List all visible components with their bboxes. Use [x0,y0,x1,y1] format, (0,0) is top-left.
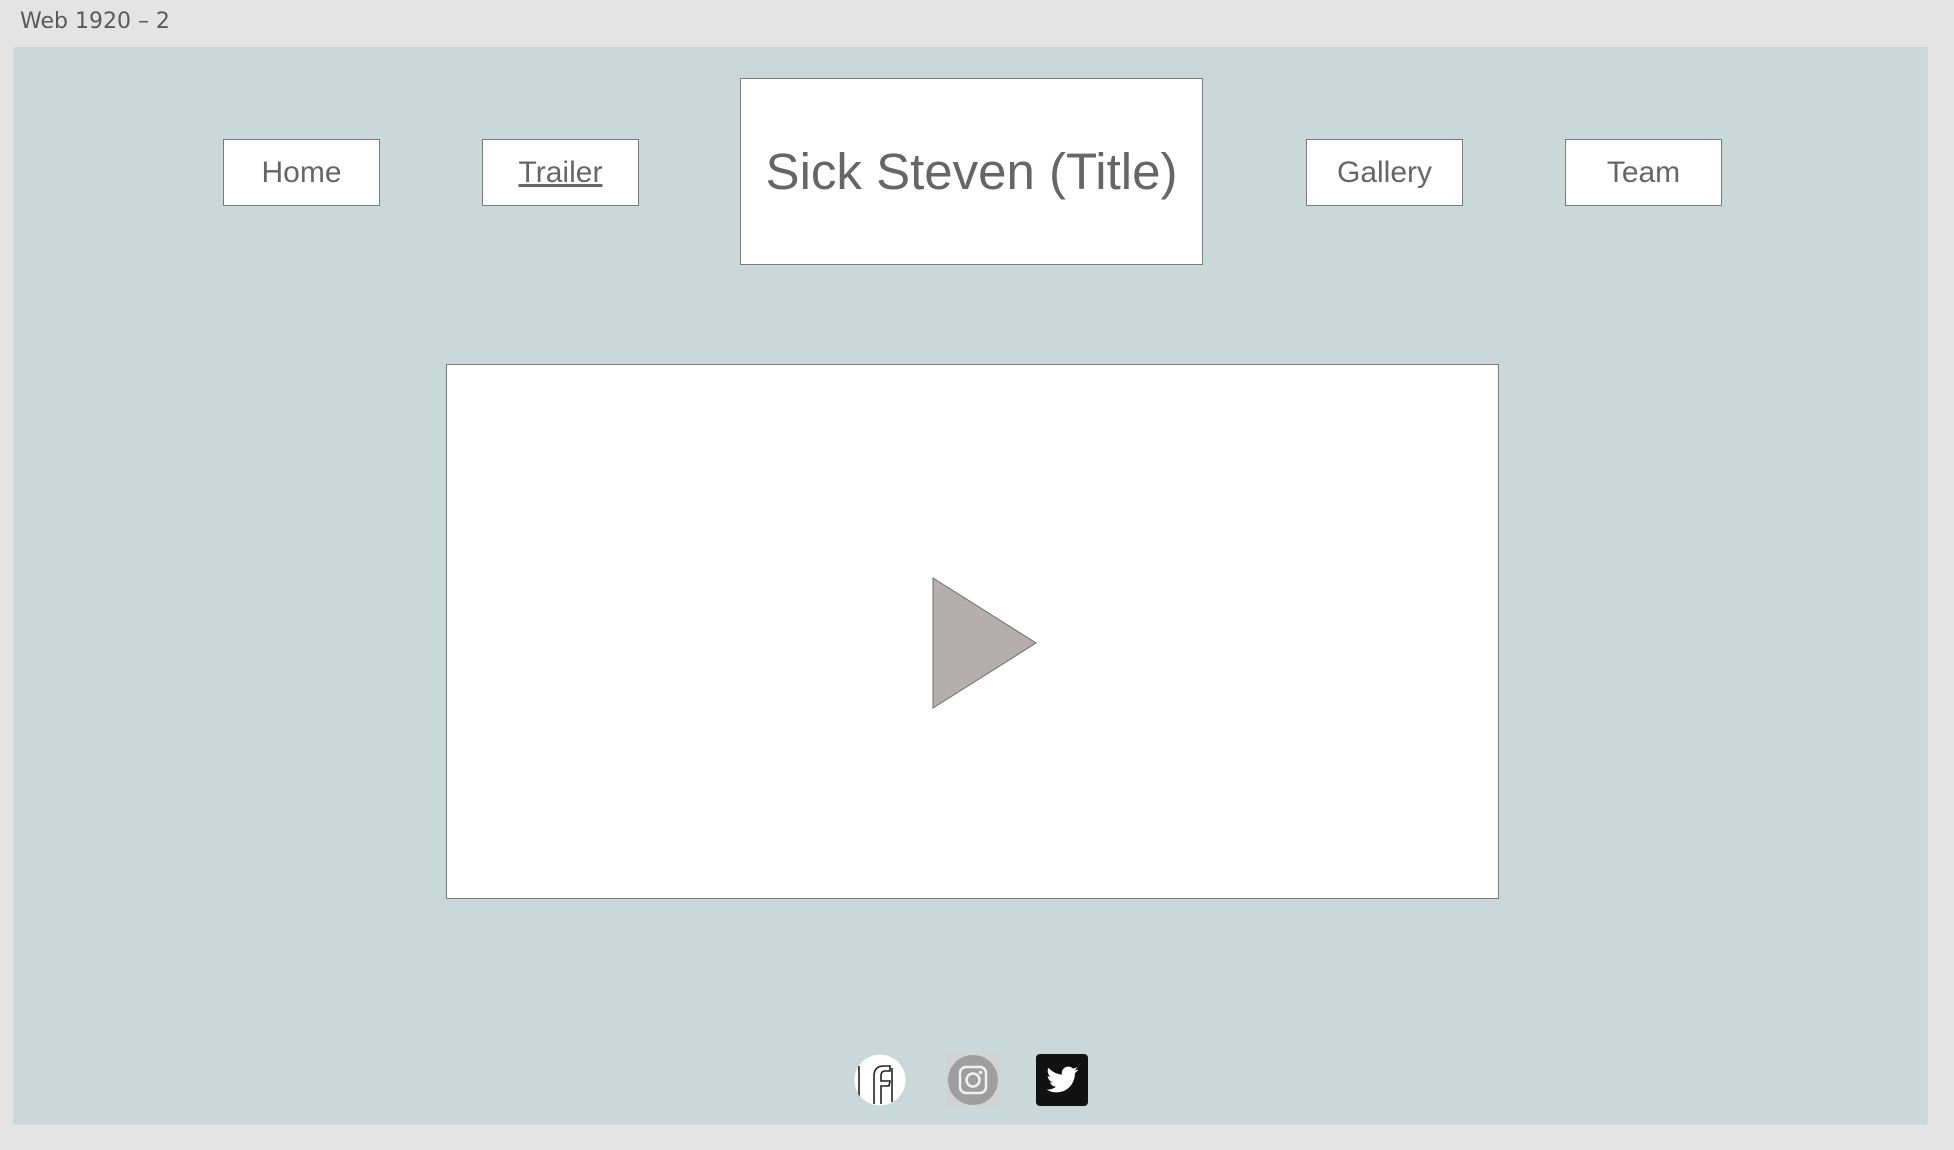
nav-trailer-button[interactable]: Trailer [482,139,639,206]
facebook-icon[interactable] [854,1054,906,1106]
trailer-video-player[interactable] [446,364,1499,899]
nav-home-button[interactable]: Home [223,139,380,206]
site-title: Sick Steven (Title) [740,78,1203,265]
nav-team-button[interactable]: Team [1565,139,1722,206]
page-canvas: Home Trailer Sick Steven (Title) Gallery… [13,47,1928,1125]
nav-gallery-button[interactable]: Gallery [1306,139,1463,206]
instagram-icon[interactable] [947,1054,999,1106]
play-icon[interactable] [932,577,1038,709]
artboard-label: Web 1920 – 2 [20,9,170,34]
twitter-icon[interactable] [1036,1054,1088,1106]
